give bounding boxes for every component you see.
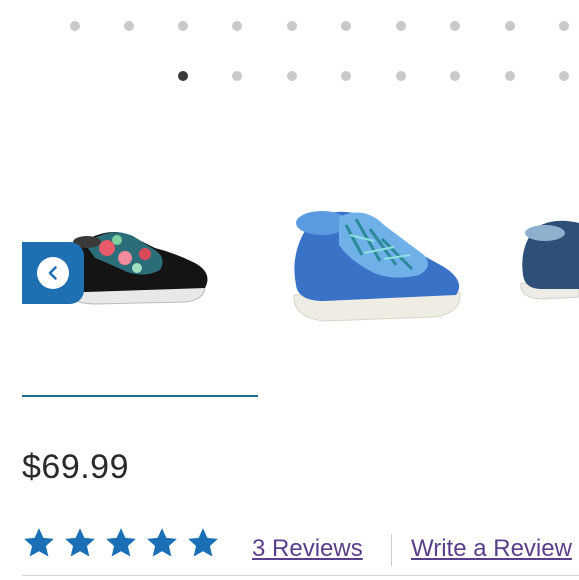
carousel-pager-top (0, 21, 579, 33)
thumbnail-blue-tropical-clog[interactable] (284, 195, 469, 335)
thumbnail-navy-clog[interactable] (515, 215, 579, 305)
pager-dot[interactable] (124, 21, 134, 31)
product-price: $69.99 (22, 448, 129, 486)
pager-dot[interactable] (341, 21, 351, 31)
divider (22, 575, 579, 576)
pager-dot[interactable] (178, 21, 188, 31)
star-icon (188, 528, 218, 557)
chevron-left-icon (37, 257, 69, 289)
pager-dot[interactable] (341, 71, 351, 81)
rating-row: 3 Reviews Write a Review (22, 526, 579, 566)
divider (391, 534, 392, 566)
pager-dot[interactable] (559, 21, 569, 31)
star-icon (147, 528, 177, 557)
pager-dot-active[interactable] (178, 71, 188, 81)
pager-dot[interactable] (505, 21, 515, 31)
star-rating[interactable] (22, 526, 227, 560)
pager-dot[interactable] (70, 21, 80, 31)
carousel-pager-bottom (0, 71, 579, 83)
pager-dot[interactable] (450, 71, 460, 81)
product-image-carousel (0, 150, 579, 380)
pager-dot[interactable] (505, 71, 515, 81)
pager-dot[interactable] (232, 71, 242, 81)
pager-dot[interactable] (396, 21, 406, 31)
star-icon (106, 528, 136, 557)
star-icon (65, 528, 95, 557)
pager-dot[interactable] (559, 71, 569, 81)
pager-dot[interactable] (287, 21, 297, 31)
pager-dot[interactable] (232, 21, 242, 31)
reviews-link[interactable]: 3 Reviews (252, 535, 363, 563)
pager-dot[interactable] (287, 71, 297, 81)
star-icon (24, 528, 54, 557)
pager-dot[interactable] (396, 71, 406, 81)
write-review-link[interactable]: Write a Review (411, 535, 572, 563)
active-thumbnail-indicator (22, 395, 258, 397)
carousel-prev-button[interactable] (22, 242, 84, 304)
pager-dot[interactable] (450, 21, 460, 31)
